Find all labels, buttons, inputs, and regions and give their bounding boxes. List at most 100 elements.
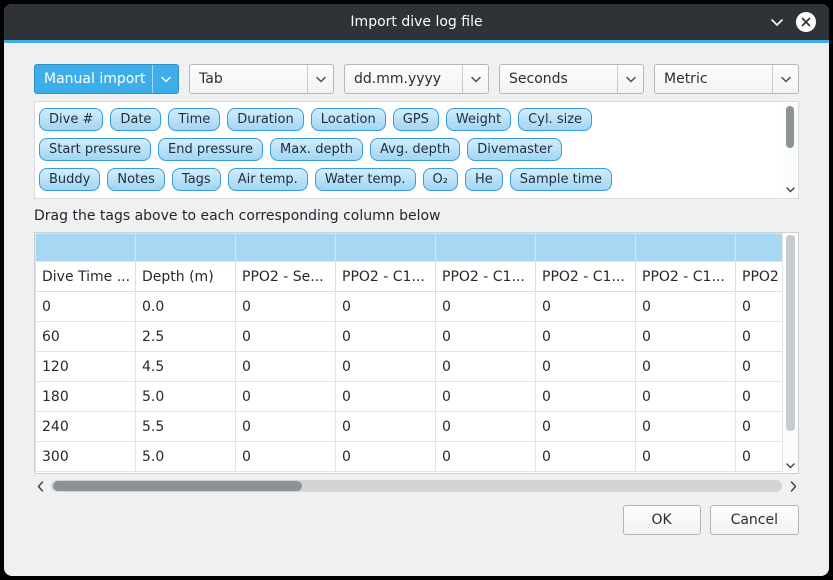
field-tag[interactable]: Cyl. size — [518, 108, 592, 131]
combo-label: dd.mm.yyyy — [345, 71, 462, 87]
field-tag[interactable]: Water temp. — [315, 168, 416, 191]
table-cell: 0 — [636, 382, 736, 412]
table-horizontal-scrollbar[interactable] — [34, 478, 799, 494]
column-drop-target[interactable] — [36, 234, 136, 262]
field-separator-combo[interactable]: Tab — [189, 64, 334, 94]
column-drop-target[interactable] — [236, 234, 336, 262]
titlebar[interactable]: Import dive log file — [4, 4, 829, 40]
field-tag[interactable]: End pressure — [158, 138, 263, 161]
field-tag[interactable]: Location — [311, 108, 386, 131]
table-cell: 4.5 — [136, 352, 236, 382]
field-tag[interactable]: Divemaster — [467, 138, 562, 161]
scroll-right-icon[interactable] — [787, 479, 799, 493]
field-tag[interactable]: O₂ — [423, 168, 458, 191]
table-cell: 0 — [636, 292, 736, 322]
field-tag[interactable]: Max. depth — [270, 138, 363, 161]
chevron-down-icon — [772, 65, 798, 93]
column-drop-target[interactable] — [136, 234, 236, 262]
combo-label: Manual import — [35, 71, 152, 87]
dialog-button-row: OK Cancel — [34, 505, 799, 535]
combo-label: Metric — [655, 71, 772, 87]
field-tag[interactable]: Sample depth — [39, 198, 150, 199]
table-cell: 0 — [736, 322, 783, 352]
table-cell: 0 — [236, 322, 336, 352]
table-cell: 0 — [236, 442, 336, 472]
column-header: PPO2 - Se... — [236, 262, 336, 292]
table-cell: 0 — [336, 292, 436, 322]
field-tag[interactable]: Buddy — [39, 168, 100, 191]
field-tag[interactable]: Dive # — [39, 108, 103, 131]
table-scrollport: Dive Time ...Depth (m)PPO2 - Se...PPO2 -… — [35, 233, 782, 473]
table-cell: 0 — [636, 442, 736, 472]
table-cell: 5.0 — [136, 382, 236, 412]
tags-scrollbar-thumb[interactable] — [786, 106, 794, 148]
field-tag[interactable]: Avg. depth — [370, 138, 460, 161]
field-tag[interactable]: Duration — [227, 108, 303, 131]
field-tag[interactable]: Weight — [446, 108, 511, 131]
scroll-down-icon[interactable] — [784, 461, 796, 471]
duration-units-combo[interactable]: Seconds — [499, 64, 644, 94]
field-tag[interactable]: Date — [110, 108, 161, 131]
table-cell: 0 — [336, 352, 436, 382]
field-tag[interactable]: Tags — [172, 168, 221, 191]
table-cell: 240 — [36, 412, 136, 442]
column-drop-target[interactable] — [536, 234, 636, 262]
column-drop-row — [36, 234, 783, 262]
field-tag[interactable]: Sample time — [510, 168, 612, 191]
units-system-combo[interactable]: Metric — [654, 64, 799, 94]
column-drop-target[interactable] — [736, 234, 783, 262]
date-format-combo[interactable]: dd.mm.yyyy — [344, 64, 489, 94]
field-tag[interactable]: Time — [168, 108, 220, 131]
cancel-button[interactable]: Cancel — [710, 505, 799, 535]
column-header: PPO2 - C1... — [436, 262, 536, 292]
combo-label: Tab — [190, 71, 307, 87]
chevron-down-icon[interactable] — [769, 14, 785, 30]
table-row: 602.5000000 — [36, 322, 783, 352]
table-cell: 0 — [536, 412, 636, 442]
table-cell: 0 — [736, 442, 783, 472]
table-cell: 120 — [36, 352, 136, 382]
column-drop-target[interactable] — [436, 234, 536, 262]
field-tag[interactable]: Notes — [107, 168, 165, 191]
column-header: PPO2 - C1... — [536, 262, 636, 292]
chevron-down-icon — [462, 65, 488, 93]
field-tag[interactable]: GPS — [393, 108, 439, 131]
table-cell: 0.0 — [136, 292, 236, 322]
table-scrollbar-thumb[interactable] — [786, 235, 795, 431]
field-tag[interactable]: Start pressure — [39, 138, 151, 161]
field-tags-panel: Dive # Date Time Duration Location GPS Weight C… — [34, 101, 799, 199]
table-row: 00.0000000 — [36, 292, 783, 322]
scroll-left-icon[interactable] — [34, 479, 46, 493]
titlebar-buttons — [769, 4, 816, 40]
tags-scrollbar[interactable] — [783, 103, 797, 197]
table-cell: 0 — [436, 292, 536, 322]
column-header: Depth (m) — [136, 262, 236, 292]
table-vertical-scrollbar[interactable] — [782, 233, 798, 473]
table-cell: 0 — [236, 292, 336, 322]
table-cell: 0 — [236, 412, 336, 442]
table-cell: 0 — [536, 352, 636, 382]
field-tag[interactable]: Sample temperature — [157, 198, 312, 199]
field-tag[interactable]: Air temp. — [228, 168, 308, 191]
table-cell: 0 — [436, 382, 536, 412]
import-type-combo[interactable]: Manual import — [34, 64, 179, 94]
table-cell: 0 — [736, 292, 783, 322]
table-cell: 0 — [536, 442, 636, 472]
field-tag[interactable]: He — [465, 168, 503, 191]
tag-row: Buddy Notes Tags Air temp. Water temp. O₂ He Sa… — [39, 168, 774, 191]
column-header: PPO2 - C1... — [636, 262, 736, 292]
table-cell: 0 — [436, 442, 536, 472]
hscroll-thumb[interactable] — [53, 481, 302, 491]
ok-button[interactable]: OK — [623, 505, 701, 535]
table-cell: 0 — [536, 322, 636, 352]
table-cell: 5.0 — [136, 442, 236, 472]
column-drop-target[interactable] — [636, 234, 736, 262]
field-tag[interactable]: Sample CNS — [422, 198, 522, 199]
table-cell: 0 — [636, 352, 736, 382]
hscroll-track[interactable] — [51, 480, 782, 492]
column-drop-target[interactable] — [336, 234, 436, 262]
field-tag[interactable]: Sample pO₂ — [318, 198, 415, 199]
table-row: 3005.0000000 — [36, 442, 783, 472]
scroll-down-icon[interactable] — [784, 185, 796, 195]
close-icon[interactable] — [796, 12, 816, 32]
